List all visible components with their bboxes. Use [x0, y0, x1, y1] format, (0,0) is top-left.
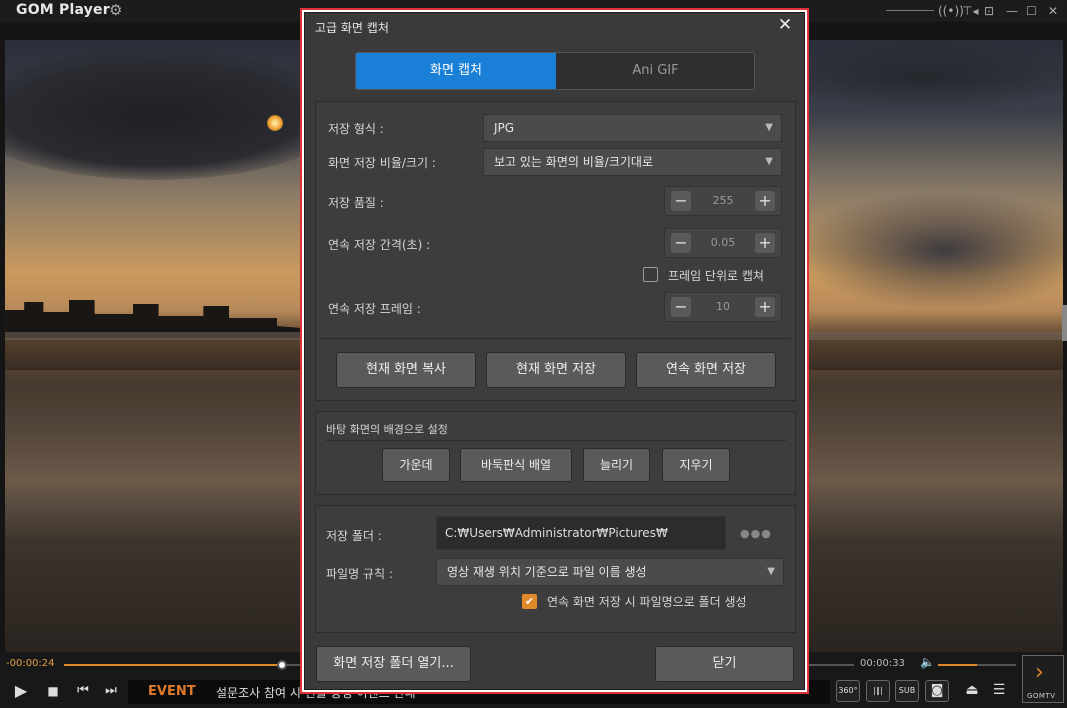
- volume-slider[interactable]: [938, 664, 1016, 666]
- wallpaper-clear-button[interactable]: 지우기: [662, 448, 730, 482]
- next-icon[interactable]: ⏭: [100, 680, 122, 702]
- browse-folder-icon[interactable]: ●●●: [740, 527, 772, 540]
- quality-value[interactable]: 255: [695, 187, 751, 215]
- naming-select[interactable]: 영상 재생 위치 기준으로 파일 이름 생성 ▼: [436, 558, 784, 586]
- frames-label: 연속 저장 프레임 :: [328, 302, 421, 316]
- minimize-icon[interactable]: —: [1006, 3, 1018, 19]
- divider: [326, 440, 786, 441]
- menu-icon[interactable]: ☰: [989, 682, 1009, 698]
- advanced-capture-dialog: 고급 화면 캡처 ✕ 화면 캡처 Ani GIF 저장 형식 : JPG ▼ 화…: [304, 12, 805, 690]
- chevron-down-icon: ▼: [765, 156, 773, 167]
- wallpaper-title: 바탕 화면의 배경으로 설정: [326, 423, 448, 436]
- quality-stepper: − 255 +: [664, 186, 782, 216]
- video-cloud: [795, 190, 1063, 310]
- ratio-select[interactable]: 보고 있는 화면의 비율/크기대로 ▼: [483, 148, 782, 176]
- chevron-down-icon: ▼: [767, 566, 775, 577]
- copy-current-screen-button[interactable]: 현재 화면 복사: [336, 352, 476, 388]
- wallpaper-tile-button[interactable]: 바둑판식 배열: [460, 448, 572, 482]
- frames-decrease-button[interactable]: −: [671, 297, 691, 317]
- quality-label: 저장 품질 :: [328, 196, 384, 210]
- chevron-right-icon: ›: [1035, 660, 1044, 685]
- ratio-value: 보고 있는 화면의 비율/크기대로: [494, 155, 654, 169]
- capture-settings-panel: 저장 형식 : JPG ▼ 화면 저장 비율/크기 : 보고 있는 화면의 비율…: [315, 101, 796, 401]
- divider: [320, 338, 791, 339]
- gomtv-label: GOMTV: [1027, 692, 1056, 700]
- subtitle-button[interactable]: SUB: [895, 680, 919, 702]
- app-logo: GOM Player: [16, 2, 110, 18]
- wallpaper-center-button[interactable]: 가운데: [382, 448, 450, 482]
- subfolder-checkbox[interactable]: ✔: [522, 594, 537, 609]
- dialog-title: 고급 화면 캡처: [315, 21, 389, 35]
- volume-icon[interactable]: 🔈: [920, 655, 935, 669]
- capture-tabs: 화면 캡처 Ani GIF: [355, 52, 755, 90]
- time-remaining: 00:00:33: [860, 658, 905, 669]
- vr-360-button[interactable]: 360°: [836, 680, 860, 702]
- dialog-close-button[interactable]: 닫기: [655, 646, 794, 682]
- video-sun: [267, 115, 283, 131]
- frames-value[interactable]: 10: [695, 293, 751, 321]
- gomtv-button[interactable]: › GOMTV: [1022, 655, 1064, 703]
- naming-label: 파일명 규칙 :: [326, 567, 393, 581]
- event-label: EVENT: [148, 684, 196, 699]
- gom-player-window: GOM Player ⚙ ((•)) ⊤◂ ⊡ — ☐ ✕ -00:00:24 …: [0, 0, 1067, 708]
- save-current-screen-button[interactable]: 현재 화면 저장: [486, 352, 626, 388]
- open-capture-folder-button[interactable]: 화면 저장 폴더 열기...: [316, 646, 471, 682]
- top-volume-slider[interactable]: [886, 10, 934, 11]
- subfolder-label[interactable]: 연속 화면 저장 시 파일명으로 폴더 생성: [547, 593, 747, 610]
- frames-increase-button[interactable]: +: [755, 297, 775, 317]
- ratio-label: 화면 저장 비율/크기 :: [328, 156, 436, 170]
- theme-icon[interactable]: ⊡: [984, 3, 994, 19]
- video-cloud: [765, 40, 1063, 110]
- volume-fill: [938, 664, 977, 666]
- burst-save-button[interactable]: 연속 화면 저장: [636, 352, 776, 388]
- interval-increase-button[interactable]: +: [755, 233, 775, 253]
- maximize-icon[interactable]: ☐: [1026, 3, 1037, 19]
- stop-icon[interactable]: ■: [42, 680, 64, 702]
- previous-icon[interactable]: ⏮: [72, 680, 94, 702]
- save-folder-panel: 저장 폴더 : C:₩Users₩Administrator₩Pictures₩…: [315, 505, 796, 633]
- seek-progress-fill: [64, 664, 286, 666]
- wallpaper-stretch-button[interactable]: 늘리기: [583, 448, 650, 482]
- surround-icon[interactable]: ((•)): [938, 3, 964, 19]
- quality-decrease-button[interactable]: −: [671, 191, 691, 211]
- save-folder-field[interactable]: C:₩Users₩Administrator₩Pictures₩: [436, 516, 726, 550]
- time-elapsed: -00:00:24: [6, 658, 55, 669]
- format-value: JPG: [494, 121, 515, 135]
- format-label: 저장 형식 :: [328, 122, 384, 136]
- seek-knob[interactable]: [277, 660, 287, 670]
- close-icon[interactable]: ✕: [1048, 3, 1058, 19]
- interval-stepper: − 0.05 +: [664, 228, 782, 258]
- close-icon[interactable]: ✕: [775, 15, 795, 35]
- tab-ani-gif[interactable]: Ani GIF: [556, 53, 754, 89]
- frame-unit-label[interactable]: 프레임 단위로 캡쳐: [668, 267, 764, 284]
- frames-stepper: − 10 +: [664, 292, 782, 322]
- play-icon[interactable]: ▶: [10, 680, 32, 702]
- eject-icon[interactable]: ⏏: [962, 682, 982, 698]
- chevron-down-icon: ▼: [765, 122, 773, 133]
- equalizer-button[interactable]: |‖|: [866, 680, 890, 702]
- video-cloud: [5, 50, 345, 180]
- interval-value[interactable]: 0.05: [695, 229, 751, 257]
- pin-icon[interactable]: ⊤◂: [962, 3, 978, 19]
- settings-gear-icon[interactable]: ⚙: [109, 1, 122, 19]
- interval-label: 연속 저장 간격(초) :: [328, 238, 431, 252]
- camera-icon[interactable]: ◙: [925, 680, 949, 702]
- quality-increase-button[interactable]: +: [755, 191, 775, 211]
- naming-value: 영상 재생 위치 기준으로 파일 이름 생성: [447, 565, 647, 579]
- format-select[interactable]: JPG ▼: [483, 114, 782, 142]
- wallpaper-panel: 바탕 화면의 배경으로 설정 가운데 바둑판식 배열 늘리기 지우기: [315, 411, 796, 495]
- folder-label: 저장 폴더 :: [326, 529, 382, 543]
- frame-unit-checkbox[interactable]: [643, 267, 658, 282]
- interval-decrease-button[interactable]: −: [671, 233, 691, 253]
- tab-screen-capture[interactable]: 화면 캡처: [356, 53, 556, 89]
- side-panel-handle[interactable]: [1062, 305, 1067, 341]
